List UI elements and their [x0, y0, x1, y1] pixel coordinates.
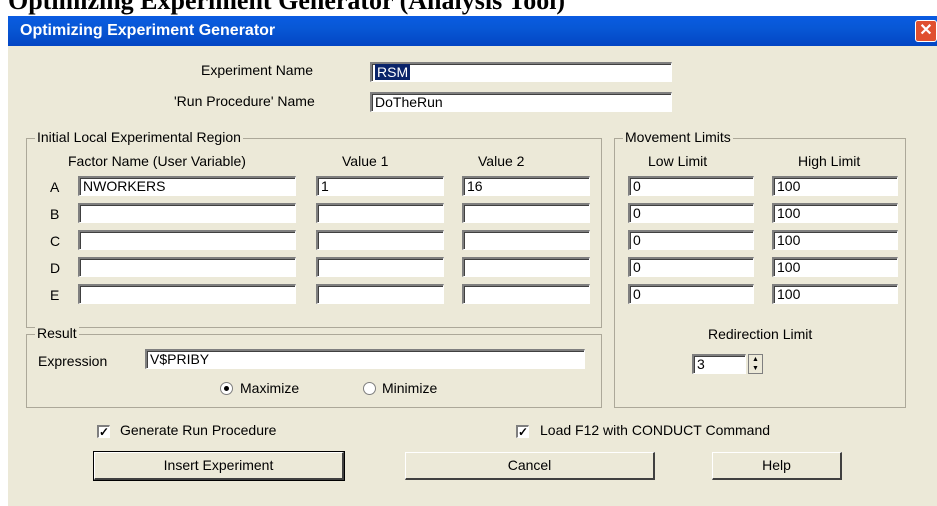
- row-letter: D: [50, 260, 61, 276]
- initial-region-title: Initial Local Experimental Region: [35, 129, 243, 145]
- load-f12-checkbox[interactable]: ✓: [516, 425, 529, 438]
- close-icon: ✕: [919, 22, 933, 39]
- factor-name-field[interactable]: NWORKERS: [78, 176, 296, 196]
- run-procedure-name-label: 'Run Procedure' Name: [174, 93, 315, 109]
- maximize-label: Maximize: [240, 380, 300, 396]
- value-2-field[interactable]: [462, 284, 590, 304]
- col-low-limit: Low Limit: [648, 153, 708, 169]
- movement-limits-title: Movement Limits: [623, 129, 733, 145]
- redirection-limit-label: Redirection Limit: [708, 326, 813, 342]
- document-heading: Optimizing Experiment Generator (Analysi…: [8, 0, 566, 15]
- row-letter: C: [50, 233, 61, 249]
- insert-experiment-button[interactable]: Insert Experiment: [93, 451, 345, 481]
- maximize-radio[interactable]: [220, 382, 233, 395]
- factor-name-field[interactable]: [78, 257, 296, 277]
- low-limit-field[interactable]: 0: [628, 257, 754, 277]
- redirection-limit-field[interactable]: 3: [692, 354, 746, 374]
- load-f12-label: Load F12 with CONDUCT Command: [540, 422, 771, 438]
- low-limit-field[interactable]: 0: [628, 203, 754, 223]
- check-icon: ✓: [518, 425, 529, 439]
- experiment-name-field[interactable]: RSM: [370, 62, 672, 82]
- high-limit-field[interactable]: 100: [772, 176, 898, 196]
- row-letter: E: [50, 287, 60, 303]
- value-1-field[interactable]: [316, 257, 444, 277]
- experiment-name-label: Experiment Name: [201, 62, 314, 78]
- high-limit-field[interactable]: 100: [772, 230, 898, 250]
- run-procedure-name-field[interactable]: DoTheRun: [370, 92, 672, 112]
- close-button[interactable]: ✕: [915, 20, 937, 42]
- value-2-field[interactable]: [462, 230, 590, 250]
- value-1-field[interactable]: [316, 230, 444, 250]
- value-1-field[interactable]: [316, 284, 444, 304]
- radio-selected-dot: [224, 386, 229, 391]
- spin-down-icon[interactable]: ▼: [749, 364, 762, 373]
- col-value-1: Value 1: [342, 153, 389, 169]
- factor-name-field[interactable]: [78, 203, 296, 223]
- high-limit-field[interactable]: 100: [772, 257, 898, 277]
- col-high-limit: High Limit: [798, 153, 861, 169]
- minimize-radio[interactable]: [363, 382, 376, 395]
- redirection-spinner[interactable]: ▲ ▼: [748, 354, 763, 374]
- value-2-field[interactable]: [462, 257, 590, 277]
- factor-name-field[interactable]: [78, 284, 296, 304]
- value-2-field[interactable]: [462, 203, 590, 223]
- spin-up-icon[interactable]: ▲: [749, 355, 762, 364]
- result-group: Result: [26, 325, 602, 408]
- low-limit-field[interactable]: 0: [628, 176, 754, 196]
- result-title: Result: [35, 325, 79, 341]
- high-limit-field[interactable]: 100: [772, 284, 898, 304]
- high-limit-field[interactable]: 100: [772, 203, 898, 223]
- col-value-2: Value 2: [478, 153, 525, 169]
- generate-run-procedure-label: Generate Run Procedure: [120, 422, 277, 438]
- check-icon: ✓: [99, 425, 110, 439]
- window-title: Optimizing Experiment Generator: [20, 22, 276, 39]
- minimize-label: Minimize: [382, 380, 438, 396]
- expression-label: Expression: [38, 353, 108, 369]
- dialog-window: Optimizing Experiment Generator ✕ Experi…: [8, 16, 937, 506]
- col-factor-name: Factor Name (User Variable): [68, 153, 246, 169]
- expression-field[interactable]: V$PRIBY: [145, 349, 585, 369]
- generate-run-procedure-checkbox[interactable]: ✓: [97, 425, 110, 438]
- low-limit-field[interactable]: 0: [628, 230, 754, 250]
- cancel-button[interactable]: Cancel: [405, 452, 655, 480]
- help-button[interactable]: Help: [712, 452, 842, 480]
- value-2-field[interactable]: 16: [462, 176, 590, 196]
- row-letter: A: [50, 179, 60, 195]
- row-letter: B: [50, 206, 60, 222]
- low-limit-field[interactable]: 0: [628, 284, 754, 304]
- value-1-field[interactable]: 1: [316, 176, 444, 196]
- value-1-field[interactable]: [316, 203, 444, 223]
- experiment-name-value: RSM: [375, 64, 411, 80]
- factor-name-field[interactable]: [78, 230, 296, 250]
- title-bar[interactable]: Optimizing Experiment Generator ✕: [8, 16, 937, 46]
